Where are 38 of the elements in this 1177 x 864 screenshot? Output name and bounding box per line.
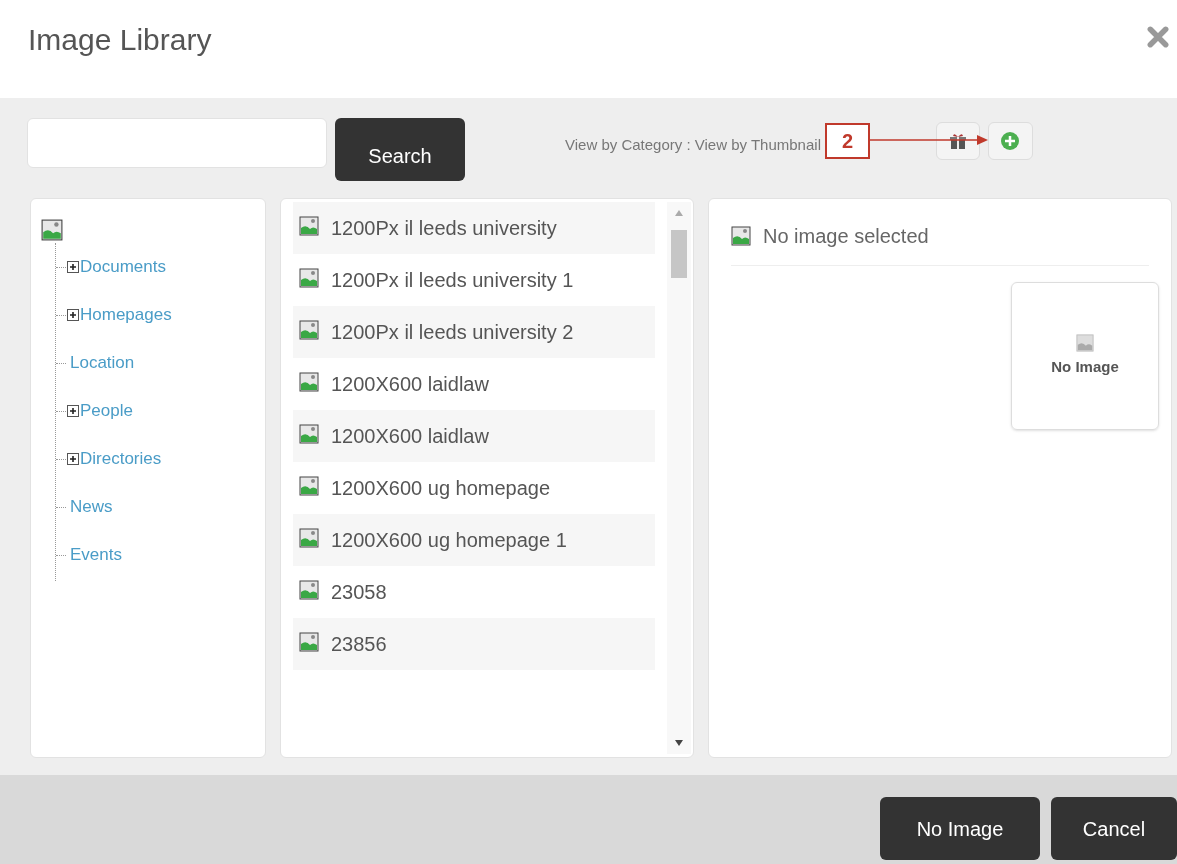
image-icon bbox=[299, 268, 319, 288]
add-button[interactable] bbox=[987, 122, 1033, 160]
image-icon bbox=[731, 226, 751, 246]
dialog-title: Image Library bbox=[28, 21, 212, 58]
image-icon bbox=[299, 528, 319, 548]
gift-icon bbox=[948, 132, 967, 150]
search-button[interactable]: Search bbox=[335, 118, 465, 181]
image-icon bbox=[299, 320, 319, 340]
image-icon bbox=[299, 476, 319, 496]
image-icon bbox=[41, 219, 63, 241]
image-icon bbox=[299, 580, 319, 600]
image-icon bbox=[299, 216, 319, 236]
add-icon bbox=[1000, 131, 1021, 151]
image-icon bbox=[299, 372, 319, 392]
no-image-button[interactable]: No Image bbox=[880, 797, 1040, 860]
scrollbar-thumb[interactable] bbox=[671, 230, 687, 278]
image-list-item[interactable]: 1200Px il leeds university bbox=[293, 202, 655, 254]
image-list-item[interactable]: 1200X600 ug homepage 1 bbox=[293, 514, 655, 566]
expand-icon[interactable] bbox=[67, 453, 79, 465]
expand-icon[interactable] bbox=[67, 405, 79, 417]
expand-icon[interactable] bbox=[67, 261, 79, 273]
view-links[interactable]: View by Category : View by Thumbnail bbox=[565, 134, 821, 157]
image-icon bbox=[1076, 333, 1094, 352]
image-icon bbox=[299, 632, 319, 652]
scrollbar[interactable] bbox=[667, 202, 691, 754]
thumbnail-label: No Image bbox=[1051, 356, 1119, 377]
annotation-label: 2 bbox=[824, 123, 870, 159]
detail-heading: No image selected bbox=[763, 224, 929, 249]
image-list-item[interactable]: 1200X600 laidlaw bbox=[293, 410, 655, 462]
search-field[interactable] bbox=[27, 118, 327, 168]
image-list-item[interactable]: 1200Px il leeds university 2 bbox=[293, 306, 655, 358]
image-list-item[interactable]: 23856 bbox=[293, 618, 655, 670]
image-icon bbox=[299, 424, 319, 444]
expand-icon[interactable] bbox=[67, 309, 79, 321]
cancel-button[interactable]: Cancel bbox=[1051, 797, 1177, 860]
gift-button[interactable] bbox=[935, 122, 980, 160]
close-icon[interactable] bbox=[1147, 26, 1169, 48]
scroll-down-icon[interactable] bbox=[675, 740, 683, 746]
